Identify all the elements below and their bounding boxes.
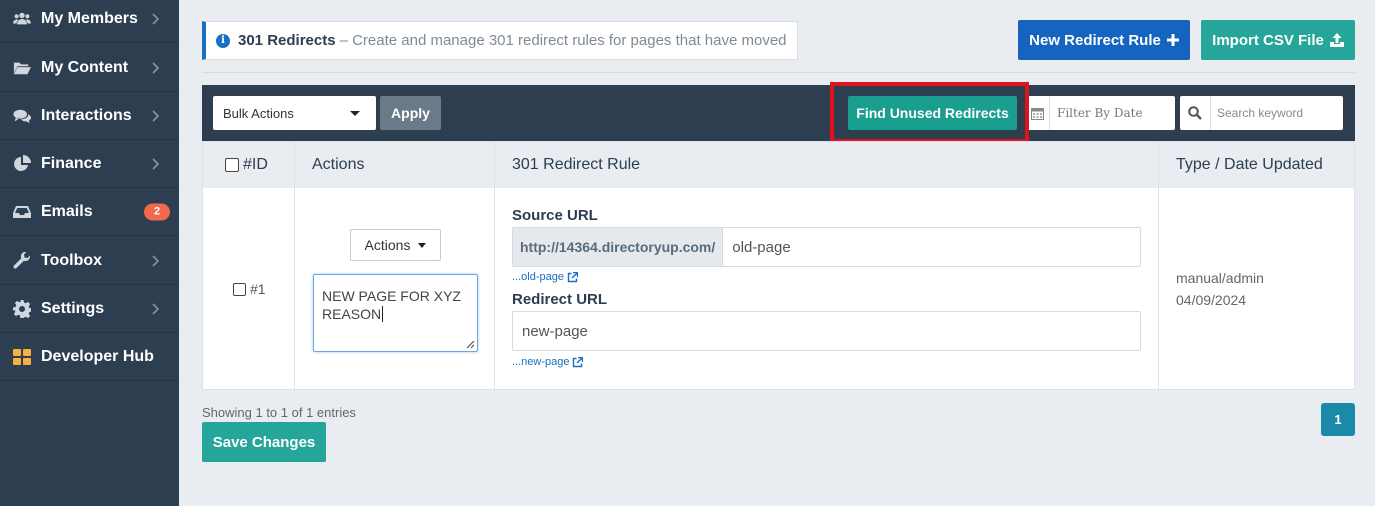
sidebar-item-settings[interactable]: Settings [0,285,179,333]
redirect-url-value: new-page [522,322,588,340]
caret-down-icon [350,111,360,116]
sidebar-item-label: Emails [41,202,93,220]
upload-icon [1329,33,1344,47]
entries-info: Showing 1 to 1 of 1 entries [202,405,356,420]
table-toolbar: Bulk Actions Apply Find Unused Redirects… [202,85,1355,141]
pie-chart-icon [12,154,32,173]
bulk-actions-select[interactable]: Bulk Actions [213,96,376,130]
search-icon [1180,96,1211,130]
sidebar-item-label: Toolbox [41,251,103,269]
page-info-banner: i 301 Redirects – Create and manage 301 … [202,21,798,60]
row-id-cell: #1 [233,281,266,297]
sidebar-item-label: Finance [41,154,102,172]
page-description: – Create and manage 301 redirect rules f… [339,32,787,49]
chevron-right-icon [152,157,160,170]
sidebar-item-label: My Content [41,58,129,76]
sidebar-item-toolbox[interactable]: Toolbox [0,237,179,285]
filter-by-date-placeholder: Filter By Date [1057,106,1143,120]
header-actions: Actions [312,156,365,173]
import-csv-label: Import CSV File [1212,31,1324,49]
header-divider [202,72,1355,73]
pagination-page-1[interactable]: 1 [1321,403,1355,436]
info-icon: i [216,33,230,48]
grid-icon [12,348,32,366]
resize-handle-icon[interactable] [466,340,475,349]
unread-count-badge: 2 [144,203,170,220]
column-divider [494,142,495,390]
chevron-right-icon [152,109,160,122]
new-redirect-rule-button[interactable]: New Redirect Rule [1018,20,1190,60]
source-url-value: old-page [732,238,791,256]
sidebar-item-interactions[interactable]: Interactions [0,92,179,140]
search-keyword-input[interactable]: Search keyword [1180,96,1343,130]
external-link-icon [573,356,584,367]
redirect-url-label: Redirect URL [512,291,608,308]
sidebar-item-developer-hub[interactable]: Developer Hub [0,333,179,381]
caret-down-icon [418,242,427,248]
column-divider [294,142,295,390]
external-link-icon [567,271,578,282]
inbox-icon [12,203,32,221]
source-url-prefix: http://14364.directoryup.com/ [513,228,724,266]
folder-open-icon [12,59,32,77]
page-title: 301 Redirects [238,32,336,49]
users-icon [12,10,32,28]
sidebar-item-my-members[interactable]: My Members [0,0,179,43]
comments-icon [12,107,32,125]
save-changes-button[interactable]: Save Changes [202,422,326,462]
row-actions-dropdown[interactable]: Actions [350,229,441,261]
row-actions-label: Actions [364,237,411,253]
header-type-date: Type / Date Updated [1176,156,1323,173]
source-url-label: Source URL [512,207,598,224]
sidebar-item-emails[interactable]: Emails 2 [0,188,179,236]
row-checkbox[interactable] [233,282,246,296]
search-keyword-placeholder: Search keyword [1217,106,1304,120]
source-url-input[interactable]: http://14364.directoryup.com/ old-page [512,227,1141,267]
sidebar-item-label: My Members [41,9,138,27]
type-date-cell: manual/admin 04/09/2024 [1176,267,1264,311]
gear-icon [12,299,32,318]
chevron-right-icon [152,302,160,315]
source-url-link-text: ...old-page [512,271,564,283]
header-id-label: #ID [243,156,268,173]
chevron-right-icon [152,61,160,74]
header-redirect-rule: 301 Redirect Rule [512,156,641,173]
header-id: #ID [225,142,268,188]
redirects-table: #ID Actions 301 Redirect Rule Type / Dat… [202,141,1355,390]
date-updated: 04/09/2024 [1176,292,1247,308]
sidebar: My Members My Content Interactions Finan… [0,0,179,506]
source-url-link[interactable]: ...old-page [512,271,578,283]
sidebar-item-my-content[interactable]: My Content [0,44,179,92]
new-redirect-rule-label: New Redirect Rule [1029,31,1161,49]
select-all-checkbox[interactable] [225,158,239,172]
filter-by-date-input[interactable]: Filter By Date [1026,96,1175,130]
chevron-right-icon [152,254,160,267]
wrench-icon [12,251,32,270]
row-id: #1 [250,281,266,297]
calendar-icon [1026,96,1050,130]
redirect-url-link[interactable]: ...new-page [512,356,584,368]
redirect-url-link-text: ...new-page [512,356,570,368]
sidebar-item-label: Interactions [41,106,132,124]
highlight-box [830,82,1029,143]
sidebar-item-label: Developer Hub [41,347,154,365]
apply-button[interactable]: Apply [380,96,441,130]
notes-text: NEW PAGE FOR XYZ REASON [322,288,461,322]
redirect-url-input[interactable]: new-page [512,311,1141,351]
sidebar-item-finance[interactable]: Finance [0,140,179,188]
redirect-type: manual/admin [1176,270,1264,286]
notes-textarea[interactable]: NEW PAGE FOR XYZ REASON [313,274,478,352]
text-cursor [382,306,384,322]
bulk-actions-value: Bulk Actions [223,105,294,121]
chevron-right-icon [152,12,160,25]
sidebar-item-label: Settings [41,299,105,317]
plus-icon [1166,34,1179,46]
column-divider [1158,142,1159,390]
import-csv-button[interactable]: Import CSV File [1201,20,1355,60]
